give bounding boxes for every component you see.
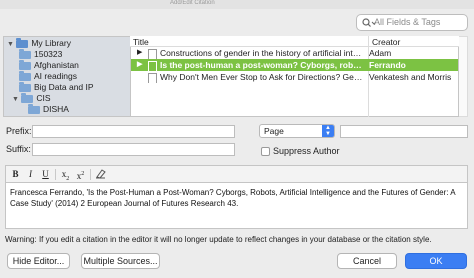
window-title: Add/Edit Citation xyxy=(170,0,215,6)
prefix-input[interactable] xyxy=(32,125,235,138)
library-item-my-library[interactable]: ▼ My Library xyxy=(7,37,71,49)
item-creator: Venkatesh and Morris xyxy=(369,72,452,82)
editor-toolbar: B I U x2 x2 xyxy=(5,165,468,182)
suffix-input[interactable] xyxy=(32,143,235,156)
item-row[interactable]: Why Don't Men Ever Stop to Ask for Direc… xyxy=(131,71,458,83)
editor-warning: Warning: If you edit a citation in the e… xyxy=(5,235,432,244)
folder-icon xyxy=(28,103,40,114)
scrollbar[interactable] xyxy=(459,36,468,117)
suffix-label: Suffix: xyxy=(6,144,31,154)
folder-icon xyxy=(19,81,31,92)
multiple-sources-button[interactable]: Multiple Sources... xyxy=(81,253,160,269)
item-title: Is the post-human a post-woman? Cyborgs,… xyxy=(160,60,365,70)
item-row-selected[interactable]: ▶ Is the post-human a post-woman? Cyborg… xyxy=(131,59,458,71)
disclosure-triangle-icon[interactable]: ▼ xyxy=(12,96,19,103)
toolbar-divider xyxy=(90,169,91,180)
library-item-ai-readings[interactable]: AI readings xyxy=(19,70,77,82)
library-item-cis[interactable]: ▼ CIS xyxy=(12,92,51,104)
library-item-big-data-and-ip[interactable]: Big Data and IP xyxy=(19,81,94,93)
item-creator: Ferrando xyxy=(369,60,406,70)
library-item-label: Afghanistan xyxy=(34,60,79,70)
chevron-updown-icon: ▲ ▼ xyxy=(322,125,334,137)
library-item-150323[interactable]: 150323 xyxy=(19,48,63,60)
library-item-disha[interactable]: DISHA xyxy=(28,103,69,115)
document-icon xyxy=(148,73,157,83)
item-title: Constructions of gender in the history o… xyxy=(160,48,365,58)
bold-button[interactable]: B xyxy=(9,168,22,180)
superscript-button[interactable]: x2 xyxy=(74,168,87,181)
items-list-header xyxy=(130,36,459,47)
folder-icon xyxy=(19,59,31,70)
library-icon xyxy=(16,37,29,48)
prefix-label: Prefix: xyxy=(6,126,32,136)
disclosure-triangle-icon[interactable]: ▼ xyxy=(7,41,14,48)
library-item-afghanistan[interactable]: Afghanistan xyxy=(19,59,79,71)
library-item-label: Big Data and IP xyxy=(34,82,94,92)
document-icon xyxy=(148,61,157,71)
library-item-label: AI readings xyxy=(34,71,77,81)
column-header-creator[interactable]: Creator xyxy=(372,37,400,47)
subscript-button[interactable]: x2 xyxy=(59,168,72,182)
document-icon xyxy=(148,49,157,59)
library-item-label: My Library xyxy=(31,38,71,48)
library-item-label: CIS xyxy=(36,93,51,103)
library-item-label: DISHA xyxy=(43,104,69,114)
folder-icon xyxy=(19,70,31,81)
suppress-author-label[interactable]: Suppress Author xyxy=(273,145,340,157)
cancel-button[interactable]: Cancel xyxy=(337,253,397,269)
italic-button[interactable]: I xyxy=(24,168,37,180)
expand-arrow-icon[interactable]: ▶ xyxy=(137,59,142,71)
citation-editor-text[interactable]: Francesca Ferrando, 'Is the Post-Human a… xyxy=(10,187,465,209)
ok-button[interactable]: OK xyxy=(405,253,467,269)
underline-button[interactable]: U xyxy=(39,168,52,180)
item-title: Why Don't Men Ever Stop to Ask for Direc… xyxy=(160,72,365,82)
item-row[interactable]: ▶ Constructions of gender in the history… xyxy=(131,47,458,59)
locator-input[interactable] xyxy=(340,125,468,138)
locator-select-value: Page xyxy=(264,126,284,136)
column-header-title[interactable]: Title xyxy=(133,37,149,47)
expand-arrow-icon[interactable]: ▶ xyxy=(137,47,142,59)
folder-icon xyxy=(19,48,31,59)
clear-formatting-icon[interactable] xyxy=(94,168,107,180)
search-placeholder: All Fields & Tags xyxy=(374,17,441,27)
locator-select[interactable]: Page ▲ ▼ xyxy=(259,124,335,138)
folder-icon xyxy=(21,92,34,103)
library-item-label: 150323 xyxy=(34,49,63,59)
hide-editor-button[interactable]: Hide Editor... xyxy=(7,253,70,269)
toolbar-divider xyxy=(55,169,56,180)
item-creator: Adam xyxy=(369,48,392,58)
suppress-author-checkbox[interactable] xyxy=(261,147,270,156)
library-pane[interactable]: ▼ My Library 150323 Afghanistan AI readi… xyxy=(3,36,130,117)
